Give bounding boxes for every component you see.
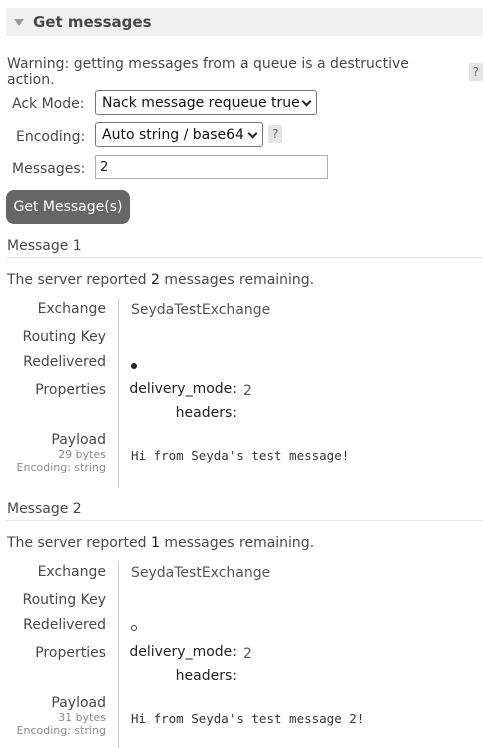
properties-label: Properties	[35, 382, 106, 398]
payload-label: Payload	[51, 432, 106, 448]
details-divider	[118, 561, 119, 748]
chevron-down-icon	[301, 96, 312, 107]
properties-label: Properties	[35, 645, 106, 661]
routing-key-label: Routing Key	[22, 592, 106, 608]
exchange-value: SeydaTestExchange	[131, 302, 271, 318]
redelivered-label: Redelivered	[23, 354, 106, 370]
remaining-suffix: messages remaining.	[159, 535, 315, 551]
payload-encoding: Encoding: string	[16, 724, 106, 737]
payload-size: 29 bytes	[58, 448, 106, 461]
ack-mode-label: Ack Mode:	[12, 96, 85, 112]
encoding-value: Auto string / base64	[102, 126, 244, 143]
redelivered-true-icon	[131, 363, 137, 369]
payload-encoding: Encoding: string	[16, 461, 106, 474]
exchange-label: Exchange	[37, 564, 106, 580]
payload-label: Payload	[51, 695, 106, 711]
encoding-select[interactable]: Auto string / base64	[95, 122, 263, 147]
ack-mode-value: Nack message requeue true	[102, 94, 300, 111]
message-title: Message 1	[7, 238, 82, 254]
payload-content: Hi from Seyda's test message!	[131, 448, 350, 463]
payload-size: 31 bytes	[58, 711, 106, 724]
remaining-count: 1	[150, 535, 160, 551]
divider	[6, 520, 483, 521]
payload-content: Hi from Seyda's test message 2!	[131, 711, 365, 726]
messages-remaining-text: The server reported 1 messages remaining…	[7, 535, 314, 551]
messages-label: Messages:	[12, 161, 86, 177]
ack-mode-select[interactable]: Nack message requeue true	[95, 90, 317, 115]
message-title: Message 2	[7, 501, 82, 517]
chevron-down-icon	[247, 128, 258, 139]
redelivered-false-icon	[131, 625, 137, 631]
remaining-count: 2	[150, 272, 160, 288]
get-messages-button[interactable]: Get Message(s)	[6, 190, 130, 224]
messages-count-value: 2	[100, 159, 109, 175]
exchange-value: SeydaTestExchange	[131, 565, 271, 581]
warning-text: Warning: getting messages from a queue i…	[7, 56, 409, 88]
headers-key: headers:	[175, 668, 237, 684]
redelivered-label: Redelivered	[23, 617, 106, 633]
delivery-mode-value: 2	[243, 383, 252, 399]
divider	[6, 257, 483, 258]
headers-key: headers:	[175, 405, 237, 421]
get-messages-section-header[interactable]: Get messages	[6, 8, 483, 36]
messages-remaining-text: The server reported 2 messages remaining…	[7, 272, 314, 288]
remaining-prefix: The server reported	[7, 535, 151, 551]
delivery-mode-key: delivery_mode:	[129, 644, 237, 660]
section-title: Get messages	[33, 13, 152, 31]
exchange-label: Exchange	[37, 301, 106, 317]
routing-key-label: Routing Key	[22, 329, 106, 345]
delivery-mode-value: 2	[243, 646, 252, 662]
destructive-warning: Warning: getting messages from a queue i…	[7, 56, 483, 88]
warning-help-icon[interactable]: ?	[468, 63, 483, 81]
collapse-triangle-icon[interactable]	[14, 18, 24, 26]
remaining-prefix: The server reported	[7, 272, 151, 288]
remaining-suffix: messages remaining.	[159, 272, 315, 288]
details-divider	[118, 298, 119, 488]
messages-count-input[interactable]: 2	[95, 155, 328, 179]
delivery-mode-key: delivery_mode:	[129, 381, 237, 397]
encoding-help-icon[interactable]: ?	[268, 125, 283, 143]
encoding-label: Encoding:	[16, 129, 86, 145]
